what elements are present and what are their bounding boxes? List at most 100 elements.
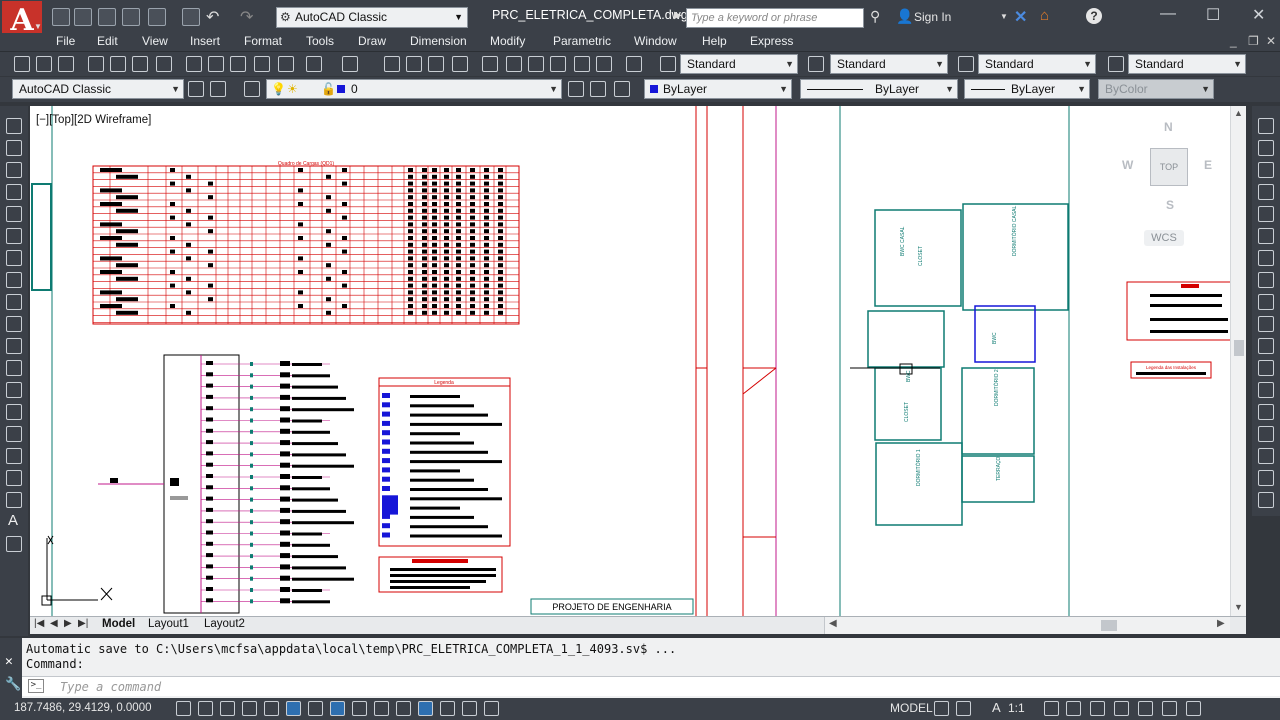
menu-parametric[interactable]: Parametric <box>553 34 611 48</box>
print-icon[interactable] <box>182 8 200 26</box>
break-at-point-icon[interactable] <box>1258 360 1274 376</box>
block-editor-icon[interactable] <box>278 56 294 72</box>
qnew-icon[interactable] <box>14 56 30 72</box>
3d-osnap-icon[interactable] <box>308 701 323 716</box>
polar-tracking-icon[interactable] <box>264 701 279 716</box>
command-input[interactable]: Type a command <box>60 680 161 694</box>
command-prompt-icon[interactable]: >_ <box>28 679 44 693</box>
save-as-icon[interactable] <box>122 8 140 26</box>
new-file-icon[interactable] <box>52 8 70 26</box>
menu-format[interactable]: Format <box>244 34 282 48</box>
tool-palettes-icon[interactable] <box>528 56 544 72</box>
menu-express[interactable]: Express <box>750 34 793 48</box>
trim-icon[interactable] <box>1258 316 1274 332</box>
annotation-scale-icon[interactable]: A <box>992 700 1001 715</box>
offset-icon[interactable] <box>1258 184 1274 200</box>
prev-tab-icon[interactable]: ◀ <box>50 618 58 629</box>
drawing-canvas[interactable]: Quadro de Cargas (QD1) Legenda PROJETO D… <box>30 106 1246 616</box>
text-style-select[interactable]: Standard ▼ <box>680 54 798 74</box>
properties-icon[interactable] <box>482 56 498 72</box>
close-icon[interactable]: ✕ <box>1252 5 1265 25</box>
plot-icon[interactable] <box>88 56 104 72</box>
object-snap-icon[interactable] <box>286 701 301 716</box>
table-style-select[interactable]: Standard ▼ <box>978 54 1096 74</box>
calculator-icon[interactable] <box>596 56 612 72</box>
menu-tools[interactable]: Tools <box>306 34 334 48</box>
redo-icon[interactable]: ↷ <box>240 7 253 27</box>
workspace-settings-icon[interactable] <box>188 81 204 97</box>
compass-east[interactable]: E <box>1204 158 1212 172</box>
array-icon[interactable] <box>1258 206 1274 222</box>
viewport-label[interactable]: [−][Top][2D Wireframe] <box>36 114 151 126</box>
last-tab-icon[interactable]: ▶| <box>78 618 88 629</box>
rotate-icon[interactable] <box>1258 250 1274 266</box>
doc-close-icon[interactable]: ✕ <box>1266 34 1276 48</box>
horizontal-scroll-thumb[interactable] <box>1101 620 1117 631</box>
quick-view-drawings-icon[interactable] <box>956 701 971 716</box>
dim-style-icon[interactable] <box>808 56 824 72</box>
annotation-monitor-icon[interactable] <box>484 701 499 716</box>
lineweight-select[interactable]: ByLayer ▼ <box>964 79 1090 99</box>
clean-screen-icon[interactable] <box>1186 701 1201 716</box>
zoom-previous-icon[interactable] <box>452 56 468 72</box>
app-menu-arrow-icon[interactable]: ▼ <box>34 22 42 31</box>
cut-icon[interactable] <box>186 56 202 72</box>
layer-previous-icon[interactable] <box>590 81 606 97</box>
copy-object-icon[interactable] <box>1258 140 1274 156</box>
erase-icon[interactable] <box>1258 118 1274 134</box>
help-icon[interactable] <box>626 56 642 72</box>
wcs-menu[interactable]: WCS <box>1144 230 1184 246</box>
compass-west[interactable]: W <box>1122 158 1133 172</box>
signin-dropdown-icon[interactable]: ▼ <box>1000 12 1008 21</box>
design-center-icon[interactable] <box>506 56 522 72</box>
preview-icon[interactable] <box>110 56 126 72</box>
blend-curves-icon[interactable] <box>1258 470 1274 486</box>
snap-mode-icon[interactable] <box>198 701 213 716</box>
paste-icon[interactable] <box>230 56 246 72</box>
linetype-select[interactable]: ByLayer ▼ <box>800 79 958 99</box>
grid-display-icon[interactable] <box>220 701 235 716</box>
ortho-mode-icon[interactable] <box>242 701 257 716</box>
tab-layout2[interactable]: Layout2 <box>204 618 245 630</box>
stretch-icon[interactable] <box>1258 294 1274 310</box>
copy-icon[interactable] <box>208 56 224 72</box>
maximize-icon[interactable]: ☐ <box>1206 5 1220 25</box>
help-icon[interactable]: ? <box>1086 8 1102 24</box>
menu-file[interactable]: File <box>56 34 75 48</box>
ellipse-icon[interactable] <box>6 316 22 332</box>
sign-in-link[interactable]: Sign In <box>914 10 951 24</box>
explode-icon[interactable] <box>1258 492 1274 508</box>
compass-north[interactable]: N <box>1164 120 1173 134</box>
annotation-scale[interactable]: 1:1 <box>1008 701 1025 715</box>
save-icon[interactable] <box>98 8 116 26</box>
model-space-toggle[interactable]: MODEL <box>890 701 933 715</box>
menu-edit[interactable]: Edit <box>97 34 118 48</box>
construction-line-icon[interactable] <box>6 140 22 156</box>
markup-icon[interactable] <box>574 56 590 72</box>
doc-restore-icon[interactable]: ❐ <box>1248 34 1259 48</box>
vertical-scrollbar[interactable]: ▲ ▼ <box>1230 106 1246 616</box>
open-icon[interactable] <box>36 56 52 72</box>
lock-ui-icon[interactable] <box>1114 701 1129 716</box>
sheet-set-icon[interactable] <box>550 56 566 72</box>
binoculars-icon[interactable]: ⚲ <box>870 8 880 25</box>
insert-block-icon[interactable] <box>6 360 22 376</box>
arc-icon[interactable] <box>6 228 22 244</box>
match-properties-icon[interactable] <box>254 56 270 72</box>
menu-dimension[interactable]: Dimension <box>410 34 467 48</box>
add-selected-icon[interactable] <box>6 536 22 552</box>
user-icon[interactable]: 👤 <box>896 8 913 25</box>
menu-window[interactable]: Window <box>634 34 677 48</box>
minimize-icon[interactable]: — <box>1160 5 1176 23</box>
dynamic-ucs-icon[interactable] <box>352 701 367 716</box>
menu-help[interactable]: Help <box>702 34 727 48</box>
plot-preview-icon[interactable] <box>148 8 166 26</box>
vertical-scroll-thumb[interactable] <box>1234 340 1244 356</box>
quick-properties-icon[interactable] <box>440 701 455 716</box>
undo-icon[interactable]: ↶ <box>206 7 219 27</box>
infer-constraints-icon[interactable] <box>176 701 191 716</box>
rectangle-icon[interactable] <box>6 206 22 222</box>
layer-state-icon[interactable] <box>614 81 630 97</box>
isolate-objects-icon[interactable] <box>1162 701 1177 716</box>
quick-view-layouts-icon[interactable] <box>934 701 949 716</box>
